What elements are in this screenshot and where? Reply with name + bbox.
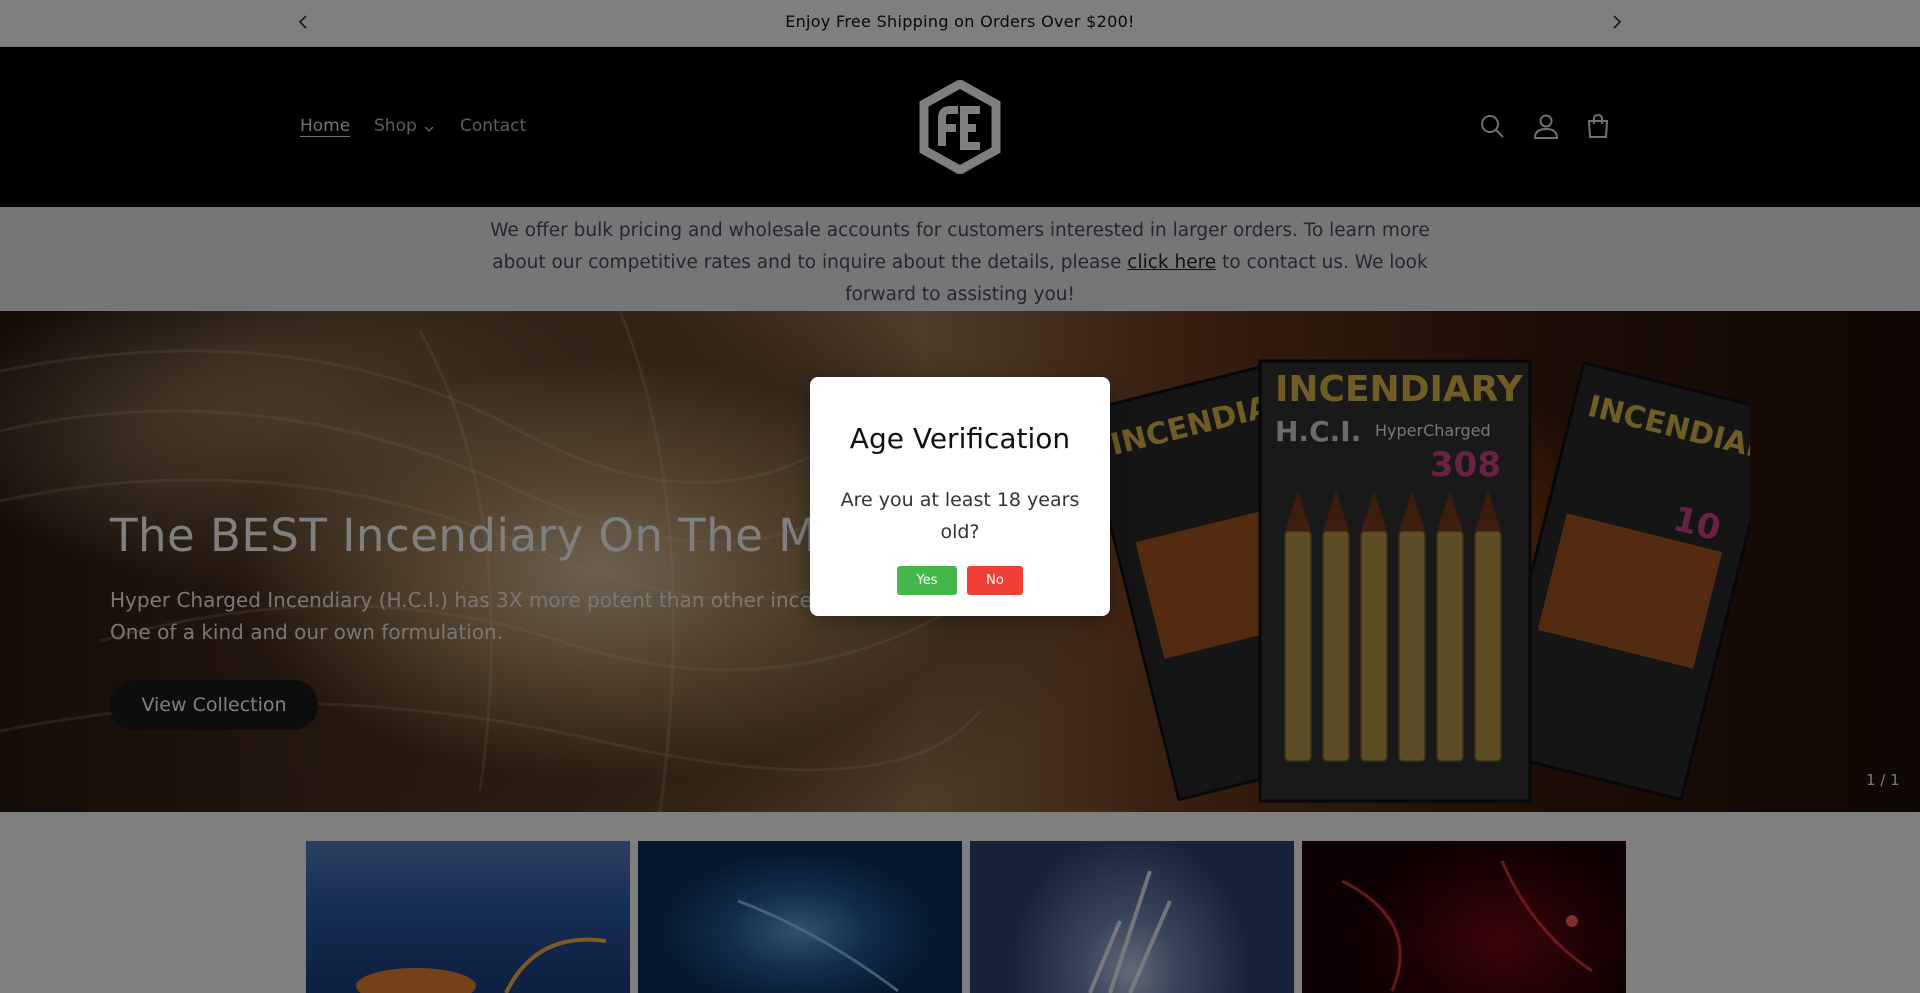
modal-question: Are you at least 18 years old? (840, 489, 1080, 543)
no-button[interactable]: No (967, 566, 1023, 595)
age-verification-modal: Age Verification Are you at least 18 yea… (810, 377, 1110, 616)
modal-title: Age Verification (849, 422, 1071, 455)
yes-button[interactable]: Yes (897, 566, 957, 595)
